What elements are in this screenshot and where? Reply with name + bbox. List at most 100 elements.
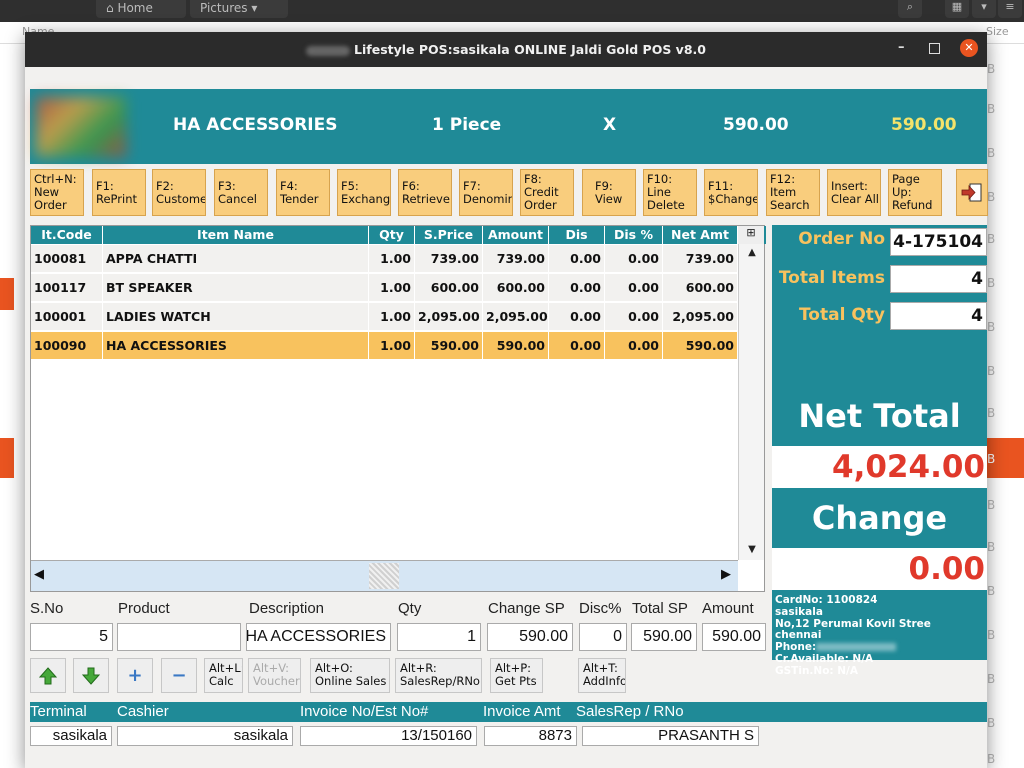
remove-qty-button[interactable]: −	[161, 658, 197, 693]
view-button[interactable]: F9: View	[582, 169, 636, 216]
move-down-button[interactable]	[73, 658, 109, 693]
file-size: B	[987, 146, 996, 160]
file-size: B	[987, 672, 996, 686]
cell-name: LADIES WATCH	[103, 303, 369, 331]
grid-view-icon[interactable]: ▦	[945, 0, 969, 18]
disc-field[interactable]: 0	[579, 623, 627, 651]
col-header-qty[interactable]: Qty	[369, 226, 415, 244]
amount-field[interactable]: 590.00	[702, 623, 766, 651]
product-input[interactable]	[117, 623, 241, 651]
horizontal-scrollbar[interactable]: ◀ ▶	[31, 560, 738, 591]
clear-all-button[interactable]: Insert: Clear All	[827, 169, 881, 216]
qty-label: Qty	[398, 600, 422, 617]
menu-icon[interactable]: ≡	[998, 0, 1022, 18]
size-column-header[interactable]: Size	[986, 25, 1009, 38]
cell-net: 600.00	[663, 274, 738, 302]
cell-sprice: 590.00	[415, 332, 483, 360]
change-button[interactable]: F11: $Change	[704, 169, 758, 216]
exit-icon	[961, 183, 982, 202]
vertical-scrollbar[interactable]: ▲ ▼	[738, 244, 764, 560]
tender-button[interactable]: F4: Tender	[276, 169, 330, 216]
customer-button[interactable]: F2: Custome	[152, 169, 206, 216]
online-sales-button[interactable]: Alt+O: Online Sales	[310, 658, 390, 693]
invoice-no-field: 13/150160	[300, 726, 477, 746]
scroll-right-icon[interactable]: ▶	[721, 567, 731, 582]
table-row-selected[interactable]: 100090 HA ACCESSORIES 1.00 590.00 590.00…	[31, 332, 738, 360]
total-qty-field: 4	[890, 302, 987, 330]
net-total-label: Net Total	[798, 397, 961, 435]
home-breadcrumb[interactable]: ⌂ Home	[96, 0, 186, 18]
table-row[interactable]: 100081 APPA CHATTI 1.00 739.00 739.00 0.…	[31, 245, 738, 273]
search-icon[interactable]: ⌕	[898, 0, 922, 18]
move-up-button[interactable]	[30, 658, 66, 693]
file-size: B	[987, 584, 996, 598]
table-row[interactable]: 100117 BT SPEAKER 1.00 600.00 600.00 0.0…	[31, 274, 738, 302]
invoice-amt-field: 8873	[484, 726, 577, 746]
calc-button[interactable]: Alt+L: Calc	[204, 658, 243, 693]
banner-item-name: HA ACCESSORIES	[173, 115, 338, 135]
total-sp-field[interactable]: 590.00	[631, 623, 697, 651]
reprint-button[interactable]: F1: RePrint	[92, 169, 146, 216]
cell-dis-pct: 0.00	[605, 274, 663, 302]
order-no-label: Order No	[798, 229, 885, 249]
cell-amount: 600.00	[483, 274, 549, 302]
arrow-up-icon	[38, 667, 58, 685]
cell-qty: 1.00	[369, 332, 415, 360]
col-header-dis-amt[interactable]: Dis Amt	[549, 226, 605, 260]
credit-order-button[interactable]: F8: Credit Order	[520, 169, 574, 216]
close-icon[interactable]: ✕	[960, 39, 978, 57]
selection-strip	[0, 438, 14, 478]
col-header-net-amt[interactable]: Net Amt	[663, 226, 738, 244]
description-field[interactable]: HA ACCESSORIES	[246, 623, 391, 651]
col-header-item-name[interactable]: Item Name	[103, 226, 369, 244]
line-delete-button[interactable]: F10: Line Delete	[643, 169, 697, 216]
scroll-up-icon[interactable]: ▲	[743, 247, 761, 258]
file-size: B	[987, 102, 996, 116]
pictures-breadcrumb[interactable]: Pictures ▾	[190, 0, 288, 18]
chevron-down-icon[interactable]: ▾	[972, 0, 996, 18]
denomination-button[interactable]: F7: Denomin	[459, 169, 513, 216]
exit-button[interactable]	[956, 169, 988, 216]
cell-net: 590.00	[663, 332, 738, 360]
file-size: B	[987, 276, 996, 290]
maximize-icon[interactable]	[929, 43, 940, 54]
col-header-itcode[interactable]: It.Code	[31, 226, 103, 244]
new-order-button[interactable]: Ctrl+N: New Order	[30, 169, 84, 216]
terminal-field: sasikala	[30, 726, 112, 746]
table-row[interactable]: 100001 LADIES WATCH 1.00 2,095.00 2,095.…	[31, 303, 738, 331]
exchange-button[interactable]: F5: Exchang	[337, 169, 391, 216]
cell-name: APPA CHATTI	[103, 245, 369, 273]
salesrep-button[interactable]: Alt+R: SalesRep/RNo	[395, 658, 482, 693]
cell-code: 100090	[31, 332, 103, 360]
description-label: Description	[249, 600, 325, 617]
order-no-field: 4-175104	[890, 228, 987, 256]
minimize-icon[interactable]: –	[898, 40, 905, 55]
refund-button[interactable]: Page Up: Refund	[888, 169, 942, 216]
retrieve-button[interactable]: F6: Retrieve	[398, 169, 452, 216]
redacted-phone	[816, 643, 897, 652]
sno-field[interactable]: 5	[30, 623, 113, 651]
change-sp-field[interactable]: 590.00	[487, 623, 573, 651]
minus-icon: −	[171, 665, 187, 686]
window-titlebar[interactable]: Lifestyle POS:sasikala ONLINE Jaldi Gold…	[25, 32, 987, 67]
scroll-left-icon[interactable]: ◀	[34, 567, 44, 582]
scroll-down-icon[interactable]: ▼	[743, 544, 761, 555]
file-size: B	[987, 628, 996, 642]
cell-dis-pct: 0.00	[605, 245, 663, 273]
window-title: Lifestyle POS:sasikala ONLINE Jaldi Gold…	[25, 42, 987, 57]
scroll-thumb[interactable]	[369, 563, 399, 589]
col-header-sprice[interactable]: S.Price	[415, 226, 483, 244]
item-search-button[interactable]: F12: Item Search	[766, 169, 820, 216]
qty-field[interactable]: 1	[397, 623, 481, 651]
store-logo	[36, 97, 126, 157]
col-header-amount[interactable]: Amount	[483, 226, 549, 244]
add-qty-button[interactable]: +	[117, 658, 153, 693]
add-info-button[interactable]: Alt+T: AddInfo	[578, 658, 626, 693]
redacted-store-name	[306, 45, 351, 56]
get-points-button[interactable]: Alt+P: Get Pts	[490, 658, 543, 693]
voucher-button[interactable]: Alt+V: Voucher	[248, 658, 301, 693]
cell-amount: 2,095.00	[483, 303, 549, 331]
column-chooser-icon[interactable]: ⊞	[738, 226, 764, 244]
col-header-dis-pct[interactable]: Dis %	[605, 226, 663, 244]
cancel-button[interactable]: F3: Cancel	[214, 169, 268, 216]
